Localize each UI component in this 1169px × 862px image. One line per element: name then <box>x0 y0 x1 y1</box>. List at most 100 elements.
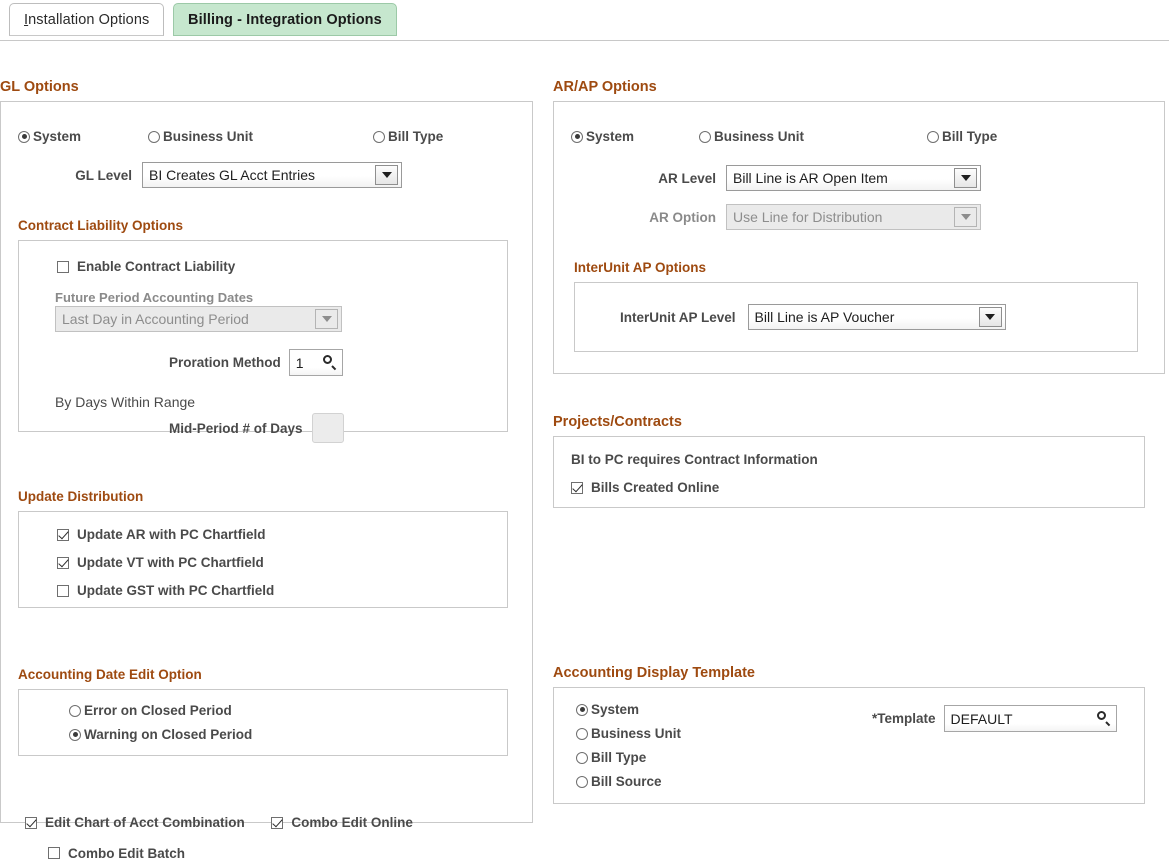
update-distribution-title: Update Distribution <box>18 488 518 506</box>
ar-level-select-value: Bill Line is AR Open Item <box>727 166 954 190</box>
arap-level-radio-business-unit[interactable]: Business Unit <box>699 129 927 144</box>
contract-liability-section: Contract Liability Options Enable Contra… <box>8 217 508 432</box>
ar-level-select[interactable]: Bill Line is AR Open Item <box>726 165 981 191</box>
template-input[interactable]: DEFAULT <box>944 705 1117 732</box>
update-vt-pc-chartfield-checkbox[interactable]: Update VT with PC Chartfield <box>57 555 264 570</box>
interunit-ap-level-label: InterUnit AP Level <box>620 310 736 325</box>
bi-to-pc-note: BI to PC requires Contract Information <box>571 452 818 467</box>
combo-edit-online-checkbox[interactable]: Combo Edit Online <box>271 815 413 830</box>
interunit-ap-level-select-value: Bill Line is AP Voucher <box>749 305 979 329</box>
future-period-accounting-dates-value: Last Day in Accounting Period <box>56 307 315 331</box>
update-ar-pc-chartfield-checkbox[interactable]: Update AR with PC Chartfield <box>57 527 266 542</box>
tab-billing-integration-options[interactable]: Billing - Integration Options <box>173 3 397 36</box>
enable-contract-liability-checkbox[interactable]: Enable Contract Liability <box>57 259 235 274</box>
accounting-date-edit-panel: Error on Closed Period Warning on Closed… <box>18 689 508 756</box>
tab-installation-options-label: Installation Options <box>24 12 149 28</box>
gl-level-radio-group: System Business Unit Bill Type <box>18 129 518 144</box>
radio-dot-icon <box>576 776 588 788</box>
proration-method-label: Proration Method <box>169 355 281 370</box>
checkbox-icon <box>57 261 69 273</box>
checkbox-icon <box>25 817 37 829</box>
ar-level-label: AR Level <box>571 171 716 186</box>
radio-dot-icon <box>148 131 160 143</box>
radio-dot-icon <box>576 704 588 716</box>
update-gst-pc-chartfield-checkbox[interactable]: Update GST with PC Chartfield <box>57 583 274 598</box>
template-value: DEFAULT <box>951 711 1090 727</box>
update-distribution-panel: Update AR with PC Chartfield Update VT w… <box>18 511 508 608</box>
interunit-ap-section: InterUnit AP Options InterUnit AP Level … <box>564 259 1154 352</box>
radio-dot-icon <box>373 131 385 143</box>
interunit-ap-level-row: InterUnit AP Level Bill Line is AP Vouch… <box>620 304 1006 330</box>
edit-chart-of-acct-combination-checkbox[interactable]: Edit Chart of Acct Combination <box>25 815 245 830</box>
template-radio-system[interactable]: System <box>576 702 639 717</box>
ar-option-row: AR Option Use Line for Distribution <box>571 204 981 230</box>
radio-dot-icon <box>69 705 81 717</box>
gl-level-radio-business-unit[interactable]: Business Unit <box>148 129 373 144</box>
gl-level-select[interactable]: BI Creates GL Acct Entries <box>142 162 402 188</box>
template-radio-bill-source[interactable]: Bill Source <box>576 774 662 789</box>
tab-bar-divider <box>0 40 1169 41</box>
gl-level-row: GL Level BI Creates GL Acct Entries <box>18 162 402 188</box>
gl-level-radio-bill-type-label: Bill Type <box>388 129 443 144</box>
gl-options-column: GL Options System Business Unit Bill Typ… <box>0 78 533 823</box>
arap-level-radio-bill-type[interactable]: Bill Type <box>927 129 997 144</box>
arap-level-radio-system-label: System <box>586 129 634 144</box>
radio-dot-icon <box>576 752 588 764</box>
projects-contracts-panel: BI to PC requires Contract Information B… <box>553 436 1145 508</box>
ar-option-label: AR Option <box>571 210 716 225</box>
ar-option-select: Use Line for Distribution <box>726 204 981 230</box>
accounting-display-template-title: Accounting Display Template <box>553 664 1169 682</box>
enable-contract-liability-label: Enable Contract Liability <box>77 259 235 274</box>
warning-on-closed-period-label: Warning on Closed Period <box>84 727 252 742</box>
arap-options-title: AR/AP Options <box>553 78 1169 96</box>
radio-dot-icon <box>576 728 588 740</box>
mid-period-days-label: Mid-Period # of Days <box>169 421 303 436</box>
search-icon[interactable] <box>322 355 337 370</box>
interunit-ap-title: InterUnit AP Options <box>574 259 1154 277</box>
radio-dot-icon <box>927 131 939 143</box>
interunit-ap-panel: InterUnit AP Level Bill Line is AP Vouch… <box>574 282 1138 352</box>
chevron-down-icon <box>954 207 977 227</box>
accounting-display-template-panel: System Business Unit Bill Type Bill Sour… <box>553 687 1145 804</box>
arap-level-radio-bill-type-label: Bill Type <box>942 129 997 144</box>
search-icon[interactable] <box>1096 711 1111 726</box>
gl-options-panel: System Business Unit Bill Type GL Level … <box>0 101 533 823</box>
radio-dot-icon <box>699 131 711 143</box>
template-radio-business-unit-label: Business Unit <box>591 726 681 741</box>
future-period-accounting-dates-label: Future Period Accounting Dates <box>55 290 342 305</box>
gl-level-radio-bill-type[interactable]: Bill Type <box>373 129 443 144</box>
ar-option-select-value: Use Line for Distribution <box>727 205 954 229</box>
chevron-down-icon[interactable] <box>375 165 398 185</box>
ar-level-row: AR Level Bill Line is AR Open Item <box>571 165 981 191</box>
checkbox-icon <box>57 557 69 569</box>
arap-options-panel: System Business Unit Bill Type AR Level … <box>553 101 1165 374</box>
proration-method-value: 1 <box>296 355 316 371</box>
checkbox-icon <box>271 817 283 829</box>
gl-level-radio-system[interactable]: System <box>18 129 148 144</box>
interunit-ap-level-select[interactable]: Bill Line is AP Voucher <box>748 304 1006 330</box>
chevron-down-icon[interactable] <box>979 307 1002 327</box>
arap-level-radio-group: System Business Unit Bill Type <box>571 129 1151 144</box>
update-gst-pc-chartfield-label: Update GST with PC Chartfield <box>77 583 274 598</box>
proration-method-input[interactable]: 1 <box>289 349 343 376</box>
template-radio-bill-type-label: Bill Type <box>591 750 646 765</box>
warning-on-closed-period-radio[interactable]: Warning on Closed Period <box>69 727 252 742</box>
template-radio-bill-type[interactable]: Bill Type <box>576 750 646 765</box>
tab-installation-options[interactable]: Installation Options <box>9 3 164 36</box>
combo-edit-section: Edit Chart of Acct Combination Combo Edi… <box>25 801 532 862</box>
chevron-down-icon[interactable] <box>954 168 977 188</box>
tab-rest: nstallation Options <box>28 12 149 28</box>
bills-created-online-checkbox[interactable]: Bills Created Online <box>571 480 719 495</box>
radio-dot-icon <box>571 131 583 143</box>
arap-level-radio-system[interactable]: System <box>571 129 699 144</box>
arap-options-column: AR/AP Options System Business Unit Bill … <box>553 78 1169 374</box>
template-radio-business-unit[interactable]: Business Unit <box>576 726 681 741</box>
error-on-closed-period-radio[interactable]: Error on Closed Period <box>69 703 232 718</box>
tab-bar: Installation Options Billing - Integrati… <box>0 0 1169 41</box>
proration-method-row: Proration Method 1 <box>169 349 343 376</box>
gl-options-title: GL Options <box>0 78 533 96</box>
error-on-closed-period-label: Error on Closed Period <box>84 703 232 718</box>
combo-edit-batch-checkbox[interactable]: Combo Edit Batch <box>48 846 185 861</box>
gl-level-select-value: BI Creates GL Acct Entries <box>143 163 375 187</box>
mid-period-days-input <box>312 413 344 443</box>
